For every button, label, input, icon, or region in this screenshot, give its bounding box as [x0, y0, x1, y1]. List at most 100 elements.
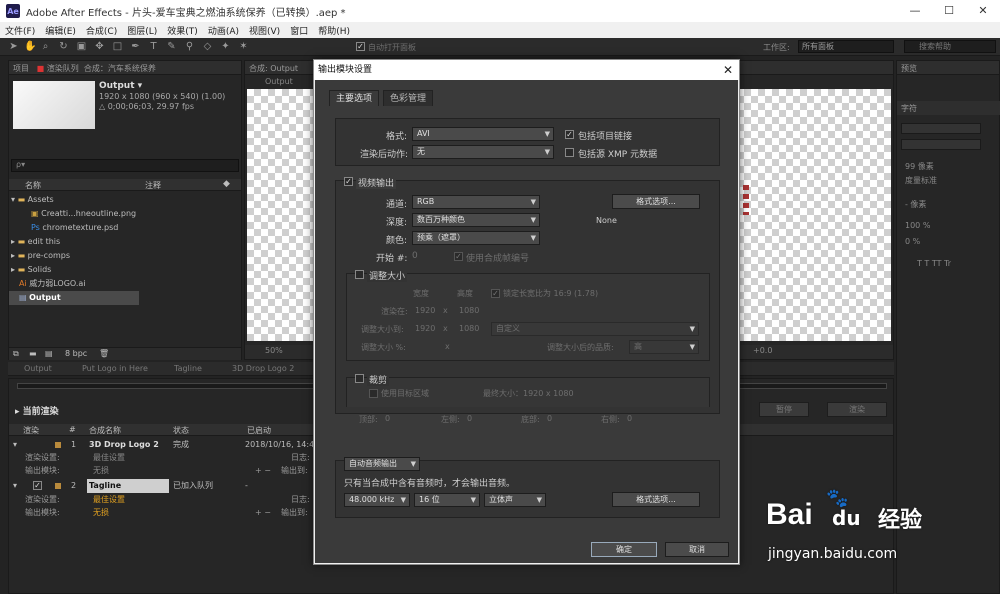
output-module-select[interactable]: 无损	[93, 464, 109, 478]
add-module-icon[interactable]: + −	[255, 506, 271, 520]
audio-format-options-button[interactable]: 格式选项...	[612, 492, 700, 507]
tab-composition[interactable]: 合成: Output	[249, 64, 298, 73]
menu-edit[interactable]: 编辑(E)	[40, 24, 81, 37]
zoom-select[interactable]: 50%	[265, 346, 283, 355]
workspace-select[interactable]: 所有面板	[798, 40, 894, 53]
bpc-button[interactable]: 8 bpc	[65, 349, 87, 358]
menu-view[interactable]: 视图(V)	[244, 24, 285, 37]
channels-select[interactable]: 立体声 ▼	[484, 493, 546, 507]
render-button[interactable]: 渲染	[827, 402, 887, 417]
col-name[interactable]: 名称	[25, 180, 41, 191]
tab-output[interactable]: Output	[24, 364, 52, 373]
render-checkbox[interactable]: ✓	[33, 481, 42, 490]
format-select[interactable]: AVI ▼	[412, 127, 554, 141]
col-status[interactable]: 状态	[173, 425, 189, 436]
zoom-tool-icon[interactable]: ⌕	[40, 41, 51, 52]
tab-comp-graph[interactable]: 合成：汽车系统保养	[84, 64, 156, 73]
tab-tagline[interactable]: Tagline	[174, 364, 202, 373]
help-search-input[interactable]: 搜索帮助	[904, 40, 996, 53]
puppet-tool-icon[interactable]: ✶	[238, 41, 249, 52]
list-item[interactable]: Ai 威力弱LOGO.ai	[9, 277, 241, 291]
project-search-input[interactable]: ρ▾	[11, 159, 239, 172]
auto-open-checkbox[interactable]: ✓	[356, 42, 365, 51]
comp-breadcrumb[interactable]: Output	[265, 77, 293, 86]
start-value[interactable]: 0	[412, 251, 418, 261]
brush-tool-icon[interactable]: ✎	[166, 41, 177, 52]
resize-preset-select[interactable]: 自定义 ▼	[491, 322, 699, 336]
include-xmp-checkbox[interactable]	[565, 148, 574, 157]
col-started[interactable]: 已启动	[247, 425, 271, 436]
crop-bottom-input[interactable]: 0	[547, 414, 552, 423]
menu-window[interactable]: 窗口	[285, 24, 313, 37]
stamp-tool-icon[interactable]: ⚲	[184, 41, 195, 52]
eraser-tool-icon[interactable]: ◇	[202, 41, 213, 52]
camera-tool-icon[interactable]: ▣	[76, 41, 87, 52]
channel-select[interactable]: RGB ▼	[412, 195, 540, 209]
list-item[interactable]: ▾ ▬ Assets	[9, 193, 241, 207]
selection-tool-icon[interactable]: ➤	[8, 41, 19, 52]
col-note[interactable]: 注释	[145, 180, 161, 191]
stroke-value[interactable]: - 像素	[905, 199, 926, 210]
tab-render-queue[interactable]: 渲染队列	[47, 64, 79, 73]
render-settings-select[interactable]: 最佳设置	[93, 493, 125, 507]
include-project-link-checkbox[interactable]: ✓	[565, 130, 574, 139]
list-item[interactable]: Ps chrometexture.psd	[9, 221, 241, 235]
use-roi-checkbox[interactable]	[369, 389, 378, 398]
list-item[interactable]: ▸ ▬ Solids	[9, 263, 241, 277]
tracking-value[interactable]: 度量标准	[905, 175, 937, 186]
font-size-value[interactable]: 99 像素	[905, 161, 934, 172]
col-comp-name[interactable]: 合成名称	[89, 425, 121, 436]
tab-main-options[interactable]: 主要选项	[329, 90, 380, 106]
output-module-select[interactable]: 无损	[93, 506, 109, 520]
maximize-button[interactable]: ☐	[932, 0, 966, 22]
color-select[interactable]: 预乘（遮罩） ▼	[412, 231, 540, 245]
cancel-button[interactable]: 取消	[665, 542, 729, 557]
pan-behind-tool-icon[interactable]: ✥	[94, 41, 105, 52]
resize-width-input[interactable]: 1920	[415, 324, 435, 333]
resize-quality-select[interactable]: 高 ▼	[629, 340, 699, 354]
close-window-button[interactable]: ✕	[966, 0, 1000, 22]
tab-put-logo[interactable]: Put Logo in Here	[82, 364, 148, 373]
tab-color-management[interactable]: 色彩管理	[383, 90, 434, 106]
font-style-select[interactable]	[901, 139, 981, 150]
ok-button[interactable]: 确定	[591, 542, 657, 557]
tab-project[interactable]: 项目	[13, 64, 29, 73]
menu-effect[interactable]: 效果(T)	[162, 24, 203, 37]
roto-tool-icon[interactable]: ✦	[220, 41, 231, 52]
resize-checkbox[interactable]	[355, 270, 364, 279]
preview-tab[interactable]: 预览	[897, 61, 999, 75]
crop-left-input[interactable]: 0	[467, 414, 472, 423]
list-item[interactable]: ▤ Output	[9, 291, 139, 305]
list-item[interactable]: ▸ ▬ edit this	[9, 235, 241, 249]
col-number[interactable]: #	[69, 425, 76, 434]
lock-ratio-checkbox[interactable]: ✓	[491, 289, 500, 298]
resize-height-input[interactable]: 1080	[459, 324, 479, 333]
menu-layer[interactable]: 图层(L)	[122, 24, 162, 37]
col-render[interactable]: 渲染	[23, 425, 39, 436]
baseline-value[interactable]: 0 %	[905, 237, 920, 246]
menu-composition[interactable]: 合成(C)	[81, 24, 122, 37]
bit-depth-select[interactable]: 16 位 ▼	[414, 493, 480, 507]
new-folder-icon[interactable]: ▬	[29, 349, 37, 358]
menu-help[interactable]: 帮助(H)	[313, 24, 355, 37]
sample-rate-select[interactable]: 48.000 kHz ▼	[344, 493, 410, 507]
dialog-close-button[interactable]: ✕	[723, 60, 733, 80]
list-item[interactable]: ▣ Creatti...hneoutline.png	[9, 207, 241, 221]
add-module-icon[interactable]: + −	[255, 464, 271, 478]
rotate-tool-icon[interactable]: ↻	[58, 41, 69, 52]
crop-right-input[interactable]: 0	[627, 414, 632, 423]
menu-file[interactable]: 文件(F)	[0, 24, 40, 37]
menu-animation[interactable]: 动画(A)	[203, 24, 244, 37]
video-format-options-button[interactable]: 格式选项...	[612, 194, 700, 209]
text-tool-icon[interactable]: T	[148, 41, 159, 52]
pause-render-button[interactable]: 暂停	[759, 402, 809, 417]
crop-checkbox[interactable]	[355, 374, 364, 383]
render-settings-select[interactable]: 最佳设置	[93, 451, 125, 465]
text-style-buttons[interactable]: T T TT Tr	[917, 259, 951, 268]
tab-character[interactable]: 字符	[901, 103, 917, 114]
mask-tool-icon[interactable]: □	[112, 41, 123, 52]
interpret-footage-icon[interactable]: ⧉	[13, 349, 19, 359]
item-name[interactable]: Output ▾	[99, 81, 142, 91]
hand-tool-icon[interactable]: ✋	[24, 41, 36, 52]
crop-top-input[interactable]: 0	[385, 414, 390, 423]
